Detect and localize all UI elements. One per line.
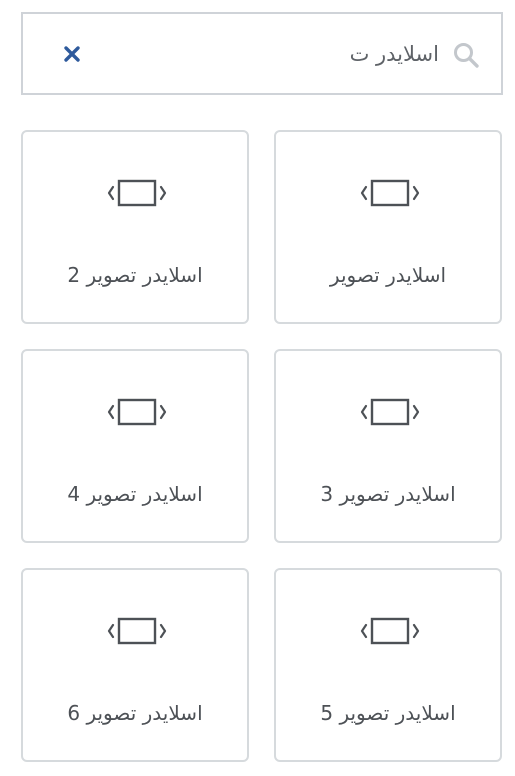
- widget-label: اسلایدر تصویر 4: [67, 482, 203, 506]
- widget-label: اسلایدر تصویر 2: [67, 263, 203, 287]
- search-input[interactable]: [179, 36, 439, 72]
- search-box[interactable]: [21, 12, 503, 95]
- widget-card[interactable]: اسلایدر تصویر 4: [21, 349, 249, 543]
- slider-icon: [107, 398, 167, 426]
- widget-label: اسلایدر تصویر: [329, 263, 447, 287]
- widget-label: اسلایدر تصویر 5: [320, 701, 456, 725]
- slider-icon: [360, 617, 420, 645]
- slider-icon: [360, 398, 420, 426]
- widget-label: اسلایدر تصویر 3: [320, 482, 456, 506]
- close-icon[interactable]: [60, 42, 84, 66]
- slider-icon: [107, 179, 167, 207]
- widget-card[interactable]: اسلایدر تصویر 2: [21, 130, 249, 324]
- widget-card[interactable]: اسلایدر تصویر 3: [274, 349, 502, 543]
- search-icon: [454, 43, 479, 68]
- slider-icon: [107, 617, 167, 645]
- widget-label: اسلایدر تصویر 6: [67, 701, 203, 725]
- widget-card[interactable]: اسلایدر تصویر: [274, 130, 502, 324]
- slider-icon: [360, 179, 420, 207]
- widget-card[interactable]: اسلایدر تصویر 5: [274, 568, 502, 762]
- widget-card[interactable]: اسلایدر تصویر 6: [21, 568, 249, 762]
